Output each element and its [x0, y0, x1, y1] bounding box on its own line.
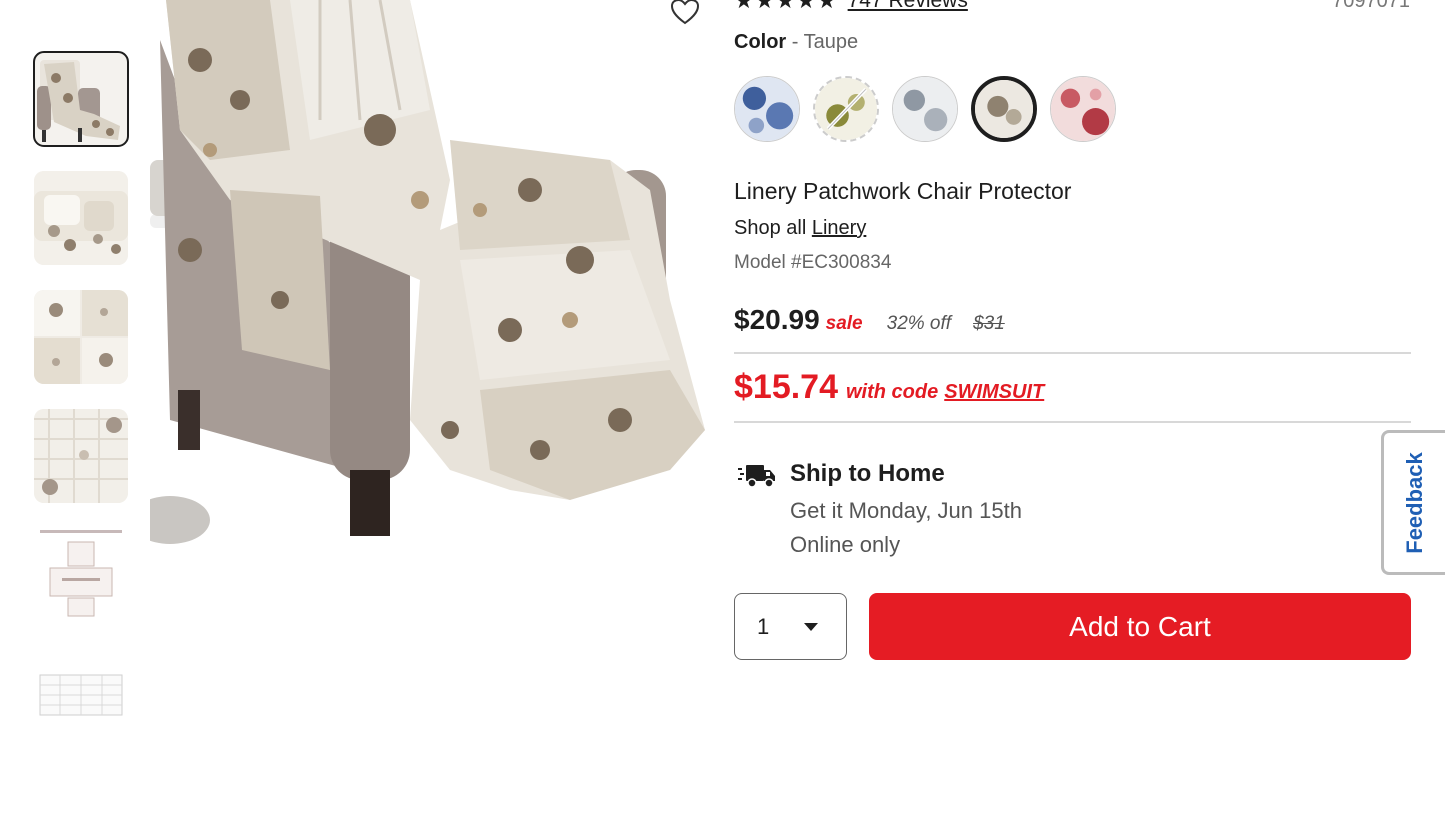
thumbnail-fabric-detail[interactable] — [34, 290, 128, 384]
add-to-cart-button[interactable]: Add to Cart — [869, 593, 1411, 660]
promo-prefix: with code — [846, 381, 939, 403]
quantity-value: 1 — [757, 613, 770, 639]
thumbnail-chair[interactable] — [33, 51, 129, 147]
shop-all-line: Shop all Linery — [734, 217, 866, 240]
thumbnail-size-chart[interactable] — [34, 647, 128, 741]
promo-code-link[interactable]: SWIMSUIT — [944, 381, 1044, 403]
swatch-blue[interactable] — [734, 76, 800, 142]
model-number: Model #EC300834 — [734, 252, 892, 273]
thumbnail-size-guide[interactable] — [34, 528, 128, 622]
promo-price-row: $15.74 with code SWIMSUIT — [734, 368, 1044, 407]
swatch-taupe-selected[interactable] — [971, 76, 1037, 142]
chevron-down-icon — [804, 623, 818, 631]
sale-price: $20.99 — [734, 304, 820, 335]
product-title: Linery Patchwork Chair Protector — [734, 178, 1072, 204]
thumbnail-quilt-detail[interactable] — [34, 409, 128, 503]
divider — [734, 352, 1411, 354]
color-value: - Taupe — [786, 31, 859, 53]
thumbnail-sofa[interactable] — [34, 171, 128, 265]
product-page: ★★★★★ 747 Reviews 7097071 Color - Taupe … — [0, 0, 1445, 816]
ship-note: Online only — [790, 532, 901, 557]
wishlist-heart-icon[interactable] — [670, 0, 700, 26]
color-label-text: Color — [734, 31, 787, 53]
ship-date: Get it Monday, Jun 15th — [790, 498, 1022, 523]
brand-link[interactable]: Linery — [812, 217, 866, 239]
reviews-link[interactable]: 747 Reviews — [848, 0, 968, 13]
swatch-red[interactable] — [1050, 76, 1116, 142]
rating-stars-icon: ★★★★★ — [734, 0, 838, 13]
product-main-image — [150, 0, 710, 546]
ship-to-home-title: Ship to Home — [790, 460, 945, 487]
color-label: Color - Taupe — [734, 31, 858, 54]
shop-all-prefix: Shop all — [734, 217, 812, 239]
swatch-grey[interactable] — [892, 76, 958, 142]
swatch-green-unavailable[interactable] — [813, 76, 879, 142]
feedback-label: Feedback — [1401, 451, 1427, 554]
price-row: $20.99 sale 32% off $31 — [734, 304, 1005, 336]
divider — [734, 421, 1411, 423]
discount-percent: 32% off — [886, 313, 952, 334]
promo-text: with code SWIMSUIT — [846, 381, 1044, 404]
feedback-tab[interactable]: Feedback — [1381, 430, 1445, 575]
sale-label: sale — [825, 313, 863, 334]
rating-row: ★★★★★ 747 Reviews — [734, 0, 968, 14]
truck-icon — [738, 465, 775, 488]
quantity-select[interactable]: 1 — [734, 593, 847, 660]
item-number: 7097071 — [1332, 0, 1410, 12]
original-price: $31 — [973, 313, 1005, 334]
promo-price: $15.74 — [734, 368, 838, 406]
